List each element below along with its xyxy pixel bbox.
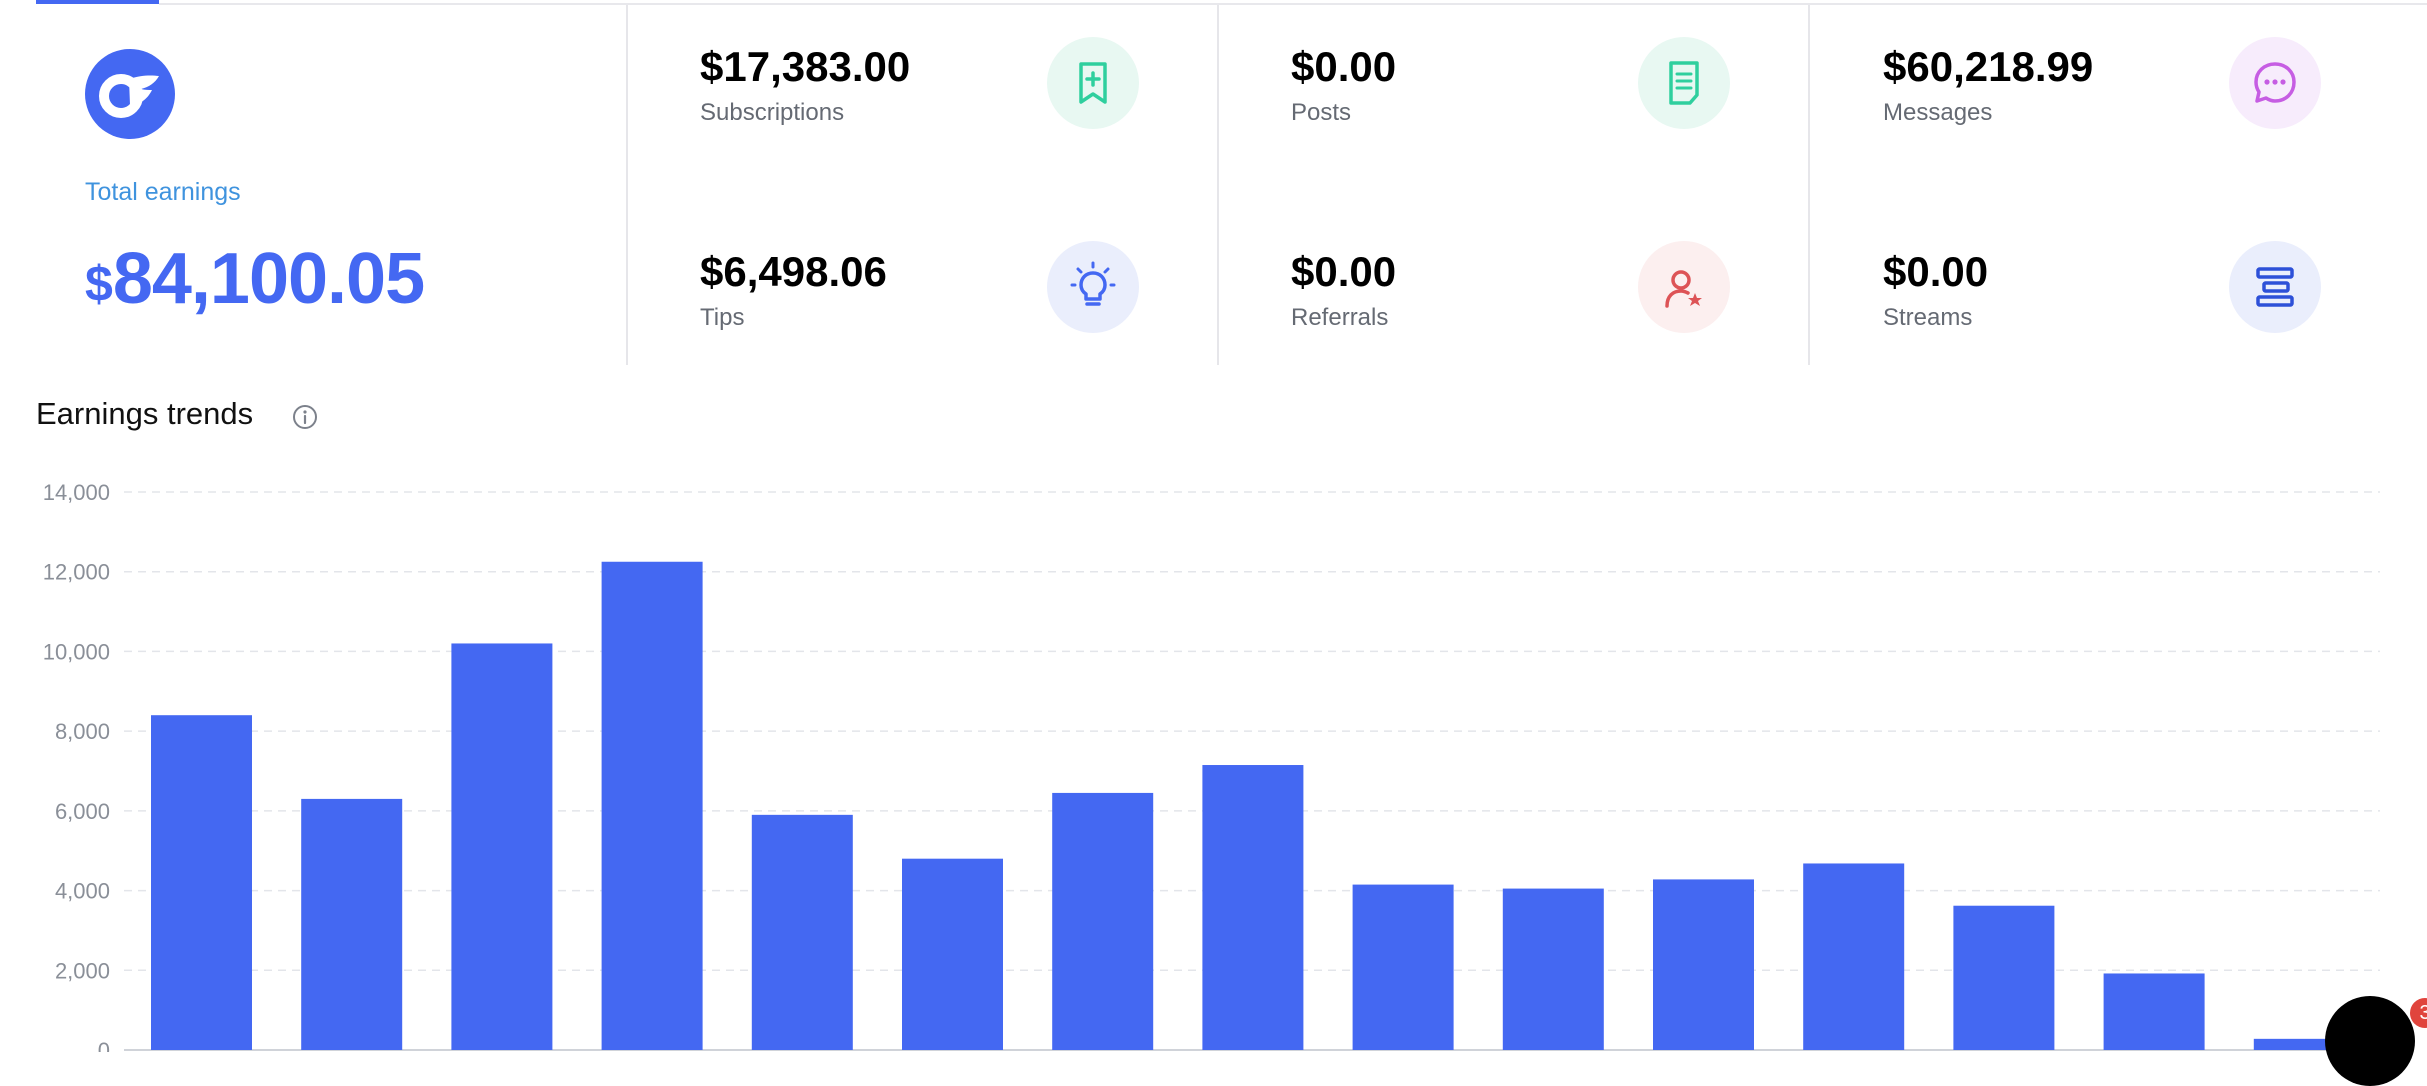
chart-bar[interactable] xyxy=(601,561,703,1050)
user-star-icon xyxy=(1638,241,1730,333)
messages-label: Messages xyxy=(1883,99,1993,126)
chart-bar[interactable] xyxy=(301,798,403,1050)
streams-value: $0.00 xyxy=(1883,248,1989,295)
total-earnings-amount: $84,100.05 xyxy=(85,238,425,320)
y-tick-label: 12,000 xyxy=(43,560,110,585)
earnings-trends-title: Earnings trends xyxy=(36,396,254,431)
onlyfans-logo-icon xyxy=(85,49,175,139)
chart-bar[interactable] xyxy=(1953,905,2055,1050)
posts-label: Posts xyxy=(1291,99,1352,126)
subscriptions-value: $17,383.00 xyxy=(700,43,911,90)
referrals-label: Referrals xyxy=(1291,304,1389,331)
y-tick-label: 8,000 xyxy=(55,719,110,744)
posts-value: $0.00 xyxy=(1291,43,1397,90)
total-earnings-label: Total earnings xyxy=(85,178,241,206)
messages-value: $60,218.99 xyxy=(1883,43,2094,90)
tips-value: $6,498.06 xyxy=(700,248,887,295)
total-earnings-value: 84,100.05 xyxy=(112,239,425,319)
chat-launcher-icon[interactable] xyxy=(2325,996,2415,1086)
earnings-trends-chart: 0 2,000 4,000 6,000 8,000 10,000 12,000 14,000 xyxy=(43,480,2380,1052)
y-tick-label: 14,000 xyxy=(43,480,110,505)
chart-bar[interactable] xyxy=(902,858,1003,1050)
y-tick-label: 2,000 xyxy=(55,958,110,983)
streams-label: Streams xyxy=(1883,304,1973,331)
column-divider xyxy=(1808,5,1810,365)
subscriptions-label: Subscriptions xyxy=(700,99,845,126)
y-tick-label: 4,000 xyxy=(55,879,110,904)
chart-bar[interactable] xyxy=(1803,863,1905,1050)
chart-bar[interactable] xyxy=(2103,973,2205,1050)
chart-bar[interactable] xyxy=(1502,888,1604,1050)
y-tick-label: 6,000 xyxy=(55,799,110,824)
tips-label: Tips xyxy=(700,304,745,331)
column-divider xyxy=(626,5,628,365)
y-tick-label: 0 xyxy=(98,1038,110,1052)
y-tick-label: 10,000 xyxy=(43,639,110,664)
tab-bar-divider xyxy=(159,3,2427,5)
currency-symbol: $ xyxy=(85,256,113,312)
info-icon[interactable] xyxy=(291,403,319,436)
column-divider xyxy=(1217,5,1219,365)
referrals-value: $0.00 xyxy=(1291,248,1397,295)
active-tab-indicator xyxy=(36,0,159,4)
document-icon xyxy=(1638,37,1730,129)
chart-bar[interactable] xyxy=(1653,879,1754,1050)
chart-bar[interactable] xyxy=(751,814,853,1050)
chart-bar[interactable] xyxy=(451,643,553,1050)
chat-bubble-icon xyxy=(2229,37,2321,129)
streams-icon xyxy=(2229,241,2321,333)
bookmark-plus-icon xyxy=(1047,37,1139,129)
chart-bar[interactable] xyxy=(1202,765,1304,1050)
chart-bar[interactable] xyxy=(151,715,252,1050)
chart-bar[interactable] xyxy=(1052,792,1154,1050)
chart-bar[interactable] xyxy=(1352,884,1454,1050)
lightbulb-icon xyxy=(1047,241,1139,333)
